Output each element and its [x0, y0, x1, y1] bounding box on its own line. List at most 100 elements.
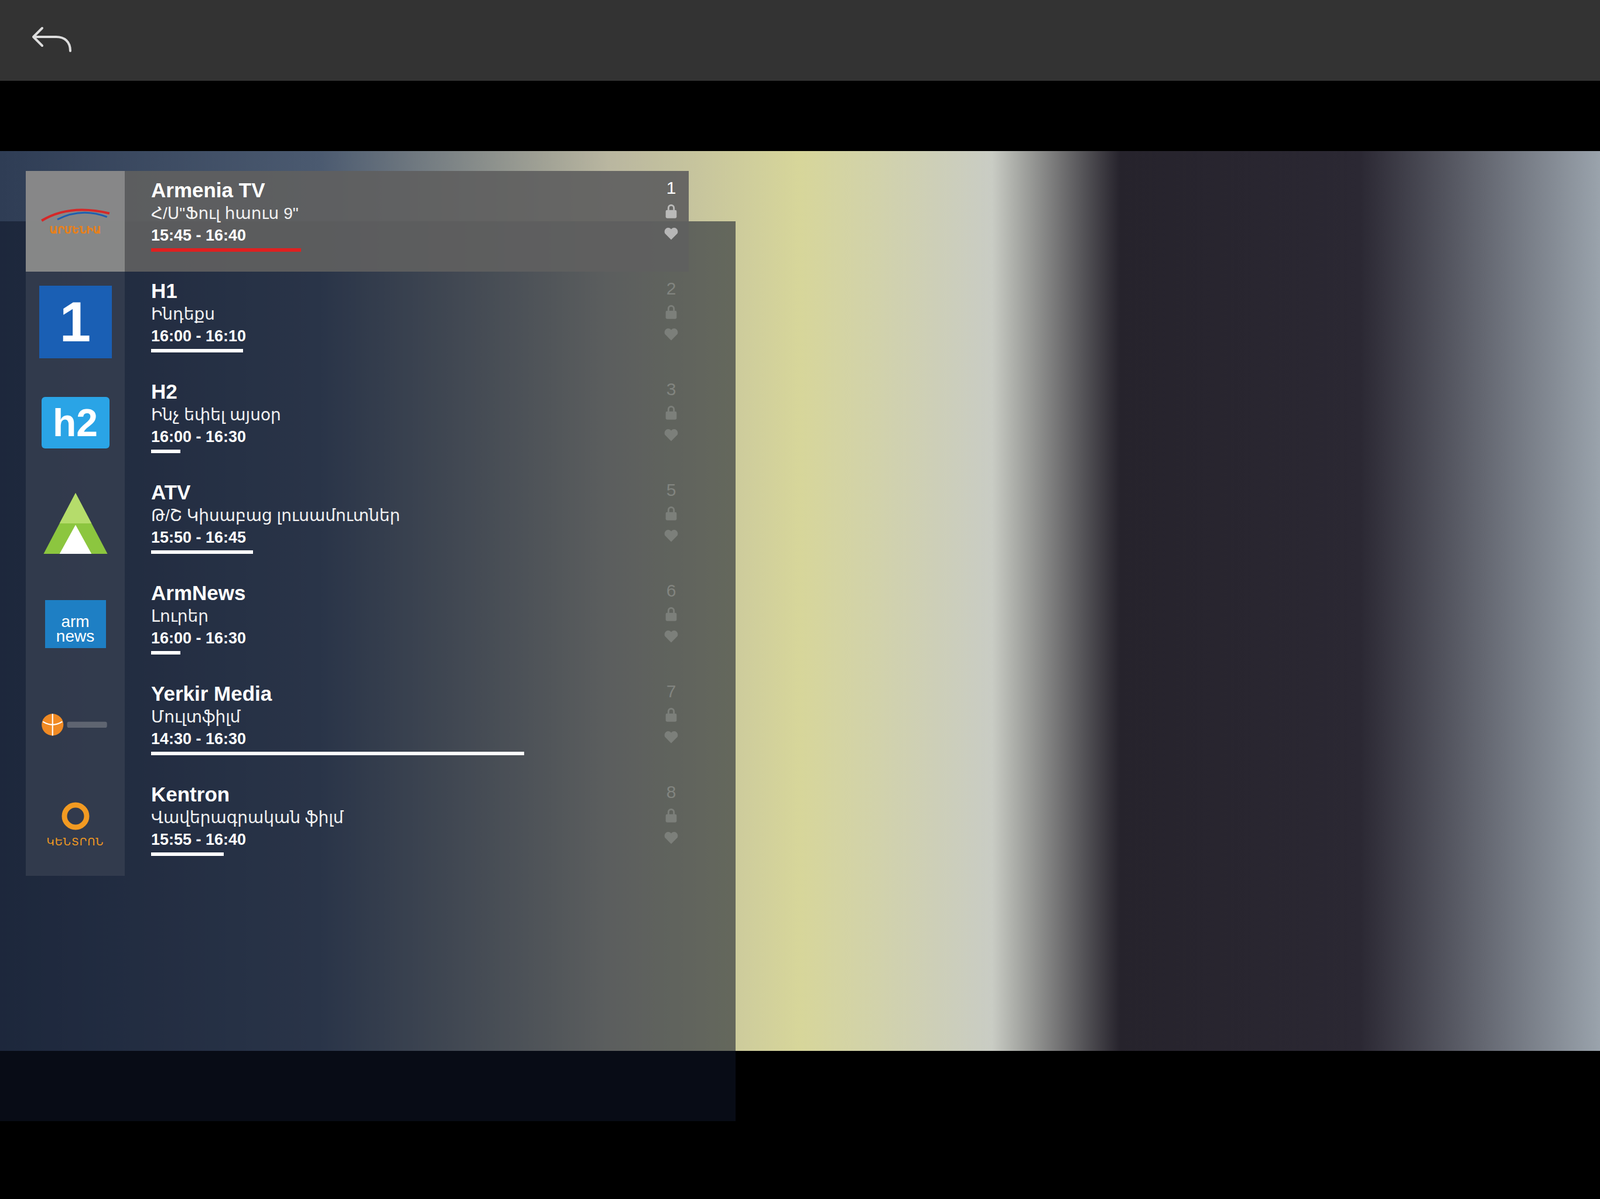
channel-number: 6 [666, 580, 677, 601]
program-time: 15:55 - 16:40 [151, 829, 654, 851]
progress-track [151, 651, 636, 655]
program-title: Լուրեր [151, 605, 654, 628]
lock-icon [662, 606, 680, 623]
heart-icon [662, 527, 680, 545]
channel-row[interactable]: ԱՐՄԵՆԻԱ Armenia TVՀ/Ս"Ֆուլ հաուս 9"15:45 … [25, 171, 689, 272]
progress-fill [151, 751, 525, 756]
progress-track [151, 449, 636, 454]
logo-cell: ԱՐՄԵՆԻԱ [25, 171, 125, 272]
channel-name: Kentron [151, 782, 654, 808]
channel-info: ArmNewsԼուրեր16:00 - 16:30 [124, 573, 654, 675]
channel-side: 8 [653, 775, 689, 877]
logo-cell: arm news [25, 573, 125, 675]
lock-icon [662, 706, 680, 724]
logo-text: h2 [52, 403, 98, 443]
channel-row[interactable]: arm news ArmNewsԼուրեր16:00 - 16:30 6 [25, 573, 689, 675]
arc-icon [39, 204, 112, 224]
progress-fill [151, 449, 181, 454]
channel-info: KentronՎավերագրական ֆիլմ15:55 - 16:40 [124, 775, 654, 877]
channel-side: 6 [653, 573, 689, 675]
channel-number: 5 [666, 480, 677, 500]
channel-side: 1 [653, 171, 689, 272]
heart-icon [662, 729, 680, 746]
program-title: Ինդեքս [151, 303, 654, 326]
channel-row[interactable]: Yerkir MediaՄուլտֆիլմ14:30 - 16:307 [25, 674, 689, 776]
channel-number: 3 [666, 379, 677, 399]
channel-row[interactable]: h2 H2Ինչ եփել այսօր16:00 - 16:30 3 [25, 372, 689, 474]
channel-side: 2 [653, 271, 689, 373]
channel-name: H2 [151, 379, 654, 405]
lock-icon [662, 807, 680, 825]
progress-fill [151, 248, 302, 252]
progress-fill [151, 852, 224, 857]
lock-icon [662, 303, 680, 321]
program-time: 15:45 - 16:40 [151, 224, 654, 246]
program-time: 16:00 - 16:10 [151, 325, 654, 347]
channel-info: Armenia TVՀ/Ս"Ֆուլ հաուս 9"15:45 - 16:40 [124, 171, 654, 272]
logo-text: 1 [59, 293, 91, 351]
program-title: Ինչ եփել այսօր [151, 404, 654, 427]
channel-name: H1 [151, 278, 654, 304]
ring-icon [60, 801, 91, 832]
heart-icon [662, 426, 680, 444]
lock-icon [662, 203, 680, 220]
channel-info: ATVԹ/Շ Կիսաբաց լուսամուտներ15:50 - 16:45 [124, 473, 654, 574]
channel-row[interactable]: 1 H1Ինդեքս16:00 - 16:10 2 [25, 271, 689, 373]
program-time: 14:30 - 16:30 [151, 728, 654, 750]
logo-cell: ԿԵՆՏՐՈՆ [25, 775, 125, 877]
logo-cell: 1 [25, 271, 125, 373]
channel-row[interactable]: ATVԹ/Շ Կիսաբաց լուսամուտներ15:50 - 16:45… [25, 473, 689, 574]
channel-info: H1Ինդեքս16:00 - 16:10 [124, 271, 654, 373]
channel-name: Armenia TV [151, 178, 654, 203]
top-bar [0, 0, 1600, 81]
logo-cell [25, 473, 125, 574]
progress-fill [151, 651, 181, 655]
progress-track [151, 852, 636, 857]
channel-name: ATV [151, 480, 654, 505]
channel-info: Yerkir MediaՄուլտֆիլմ14:30 - 16:30 [124, 674, 654, 776]
progress-fill [151, 349, 244, 353]
back-arrow-icon[interactable] [30, 25, 73, 56]
program-title: Մուլտֆիլմ [151, 706, 654, 729]
triangle-icon [39, 487, 112, 560]
lock-icon [662, 505, 680, 522]
channel-side: 5 [653, 473, 689, 574]
lock-icon [662, 404, 680, 422]
channel-side: 3 [653, 372, 689, 474]
channel-logo-icon: 1 [39, 285, 112, 359]
program-title: Թ/Շ Կիսաբաց լուսամուտներ [151, 504, 654, 528]
channel-logo-icon: ԱՐՄԵՆԻԱ [39, 185, 112, 258]
channel-name: ArmNews [151, 580, 654, 606]
logo-text: ԿԵՆՏՐՈՆ [46, 834, 105, 851]
heart-icon [662, 628, 680, 645]
channel-info: H2Ինչ եփել այսօր16:00 - 16:30 [124, 372, 654, 474]
ball-icon [39, 709, 112, 741]
channel-name: Yerkir Media [151, 681, 654, 707]
heart-icon [662, 225, 680, 242]
channel-side: 7 [653, 674, 689, 776]
channel-logo-icon: arm news [45, 600, 107, 649]
channel-logo-icon: h2 [41, 397, 110, 449]
progress-track [151, 751, 636, 756]
logo-cell [25, 674, 125, 776]
channel-row[interactable]: ԿԵՆՏՐՈՆ KentronՎավերագրական ֆիլմ15:55 - 1… [25, 775, 689, 877]
heart-icon [662, 326, 680, 343]
program-time: 16:00 - 16:30 [151, 426, 654, 448]
program-time: 16:00 - 16:30 [151, 627, 654, 649]
channel-number: 8 [666, 782, 677, 802]
progress-track [151, 248, 636, 252]
program-time: 15:50 - 16:45 [151, 527, 654, 549]
logo-text: arm news [55, 614, 97, 644]
channel-logo-icon [39, 487, 112, 560]
progress-track [151, 349, 636, 353]
logo-cell: h2 [25, 372, 125, 474]
progress-track [151, 550, 636, 555]
channel-logo-icon: ԿԵՆՏՐՈՆ [39, 789, 112, 863]
channel-number: 1 [666, 178, 677, 198]
channel-number: 2 [666, 278, 677, 299]
program-title: Հ/Ս"Ֆուլ հաուս 9" [151, 202, 654, 225]
progress-fill [151, 550, 254, 555]
channel-list: ԱՐՄԵՆԻԱ Armenia TVՀ/Ս"Ֆուլ հաուս 9"15:45 … [25, 171, 689, 877]
heart-icon [662, 829, 680, 847]
logo-text: ԱՐՄԵՆԻԱ [49, 223, 101, 239]
